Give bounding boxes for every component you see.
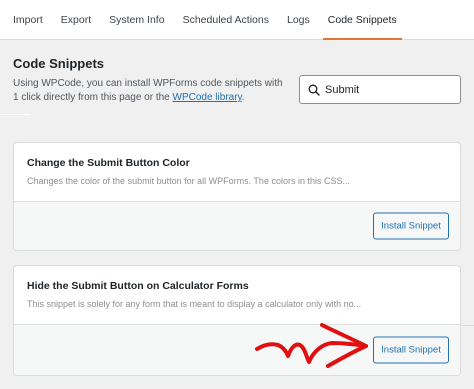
divider <box>461 325 474 326</box>
snippet-card-footer: Install Snippet <box>14 324 460 375</box>
tab-export[interactable]: Export <box>52 0 100 39</box>
section-description: Using WPCode, you can install WPForms co… <box>13 77 288 105</box>
tab-code-snippets[interactable]: Code Snippets <box>319 0 406 40</box>
snippet-card-header: Change the Submit Button Color Changes t… <box>14 143 460 201</box>
snippet-card-footer: Install Snippet <box>14 201 460 250</box>
tab-import[interactable]: Import <box>4 0 52 39</box>
page-title: Code Snippets <box>13 56 105 71</box>
install-snippet-button[interactable]: Install Snippet <box>373 212 449 240</box>
snippet-search-input[interactable] <box>325 83 445 96</box>
description-end: . <box>241 92 245 103</box>
tab-scheduled-actions[interactable]: Scheduled Actions <box>174 0 278 39</box>
snippet-card: Change the Submit Button Color Changes t… <box>13 142 461 251</box>
snippet-card: Hide the Submit Button on Calculator For… <box>13 265 461 376</box>
search-icon <box>308 84 320 96</box>
tools-page: Import Export System Info Scheduled Acti… <box>0 0 474 389</box>
snippet-description: Changes the color of the submit button f… <box>27 176 350 186</box>
tools-tab-bar: Import Export System Info Scheduled Acti… <box>0 0 474 40</box>
install-snippet-button[interactable]: Install Snippet <box>373 336 449 364</box>
snippet-title: Hide the Submit Button on Calculator For… <box>27 280 249 292</box>
snippet-search-box[interactable] <box>299 75 461 104</box>
snippet-title: Change the Submit Button Color <box>27 157 190 169</box>
wpcode-library-link[interactable]: WPCode library <box>173 92 242 103</box>
snippet-description: This snippet is solely for any form that… <box>27 299 362 309</box>
snippet-card-header: Hide the Submit Button on Calculator For… <box>14 266 460 324</box>
tab-system-info[interactable]: System Info <box>100 0 173 39</box>
tab-logs[interactable]: Logs <box>278 0 319 39</box>
divider <box>0 114 30 115</box>
